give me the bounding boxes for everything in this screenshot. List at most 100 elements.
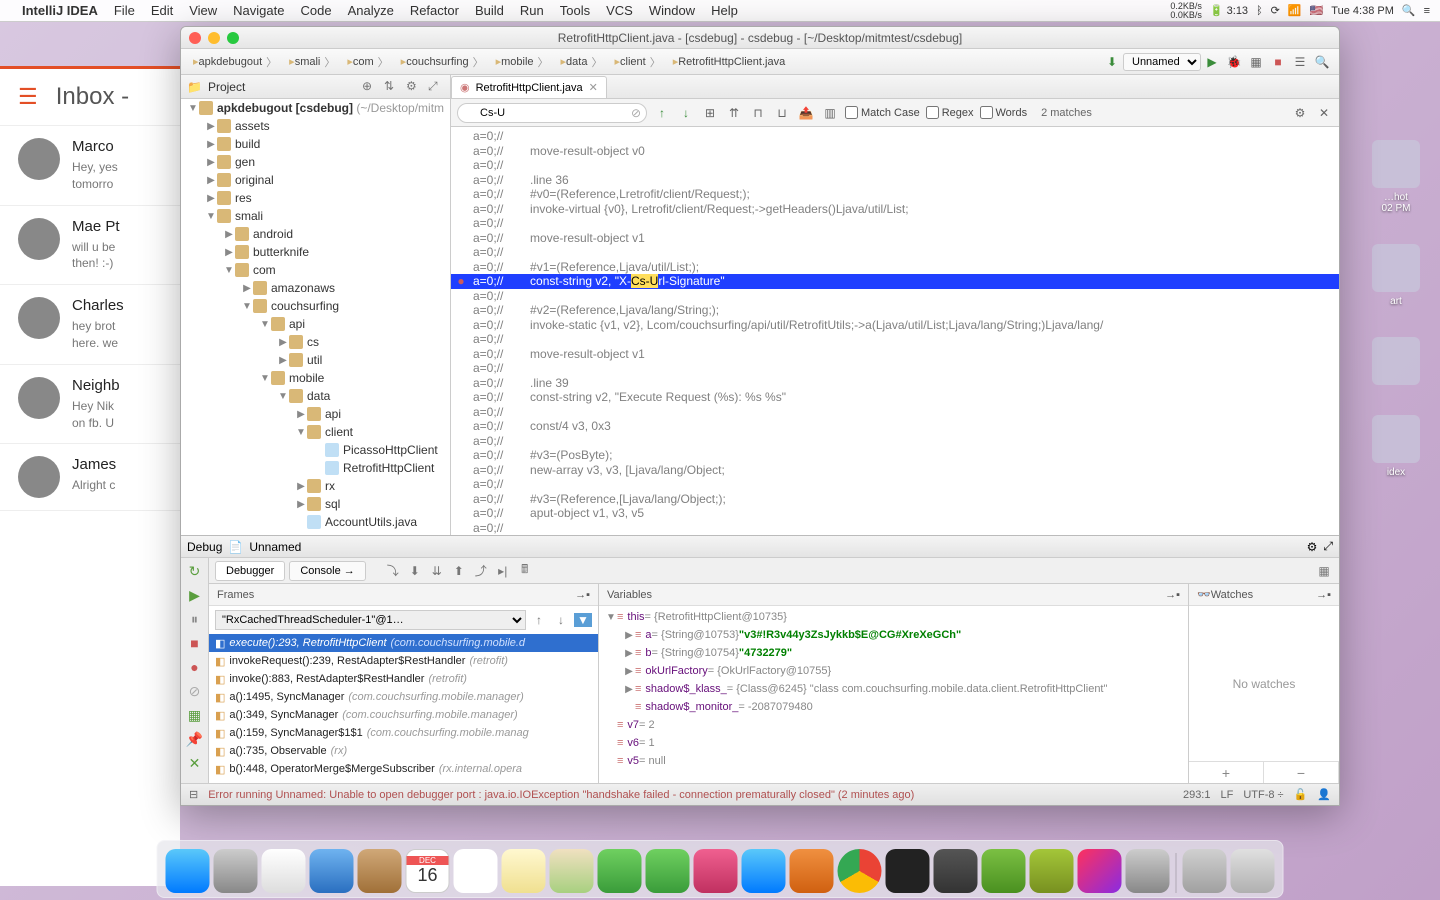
code-line[interactable]: a=0;// — [451, 405, 1339, 420]
disclosure-icon[interactable]: ▶ — [205, 139, 217, 150]
tree-node[interactable]: ▶build — [181, 135, 450, 153]
dock-itunes[interactable] — [694, 849, 738, 893]
dock-facetime[interactable] — [646, 849, 690, 893]
disclosure-icon[interactable]: ▶ — [223, 247, 235, 258]
code-line[interactable]: a=0;// .line 36 — [451, 173, 1339, 188]
code-line[interactable]: a=0;// — [451, 434, 1339, 449]
project-tree[interactable]: ▼apkdebugout [csdebug] (~/Desktop/mitm▶a… — [181, 99, 451, 535]
search-everywhere-icon[interactable]: 🔍 — [1313, 53, 1331, 71]
code-line[interactable]: a=0;// — [451, 216, 1339, 231]
menu-file[interactable]: File — [114, 3, 135, 18]
code-line[interactable]: a=0;// const/4 v3, 0x3 — [451, 419, 1339, 434]
debug-hide-icon[interactable]: ⤢ — [1323, 539, 1333, 554]
tree-node[interactable]: RetrofitHttpClient — [181, 459, 450, 477]
layout-icon[interactable]: ▦ — [186, 706, 204, 724]
code-line[interactable]: a=0;// — [451, 332, 1339, 347]
frame-row[interactable]: ◧ a():1495, SyncManager (com.couchsurfin… — [209, 688, 598, 706]
menu-code[interactable]: Code — [300, 3, 331, 18]
run-config-select[interactable]: Unnamed — [1123, 53, 1201, 71]
select-all-icon[interactable]: ⇈ — [725, 104, 743, 122]
hide-tool-icon[interactable]: ⤢ — [428, 79, 444, 95]
dock-calendar[interactable]: DEC16 — [406, 849, 450, 893]
breadcrumb-item[interactable]: ▸ RetrofitHttpClient.java — [667, 55, 792, 68]
tab-close-icon[interactable]: ✕ — [589, 81, 598, 94]
tree-node[interactable]: ▼client — [181, 423, 450, 441]
frame-row[interactable]: ◧ execute():293, RetrofitHttpClient (com… — [209, 634, 598, 652]
disclosure-icon[interactable]: ▼ — [241, 301, 253, 312]
disclosure-icon[interactable]: ▼ — [187, 103, 199, 114]
menu-help[interactable]: Help — [711, 3, 738, 18]
frame-row[interactable]: ◧ a():349, SyncManager (com.couchsurfing… — [209, 706, 598, 724]
timemachine-icon[interactable]: ⟳ — [1271, 4, 1280, 17]
encoding[interactable]: UTF-8 ÷ — [1243, 789, 1283, 801]
console-tab[interactable]: Console → — [289, 561, 365, 581]
hamburger-icon[interactable]: ☰ — [18, 84, 38, 110]
prev-match-button[interactable]: ↑ — [653, 104, 671, 122]
disclosure-icon[interactable]: ▼ — [223, 265, 235, 276]
tree-node[interactable]: ▶cs — [181, 333, 450, 351]
disclosure-icon[interactable]: ▶ — [277, 337, 289, 348]
step-out-icon[interactable]: ⬆ — [450, 564, 468, 578]
dock-appstore[interactable] — [742, 849, 786, 893]
tree-node[interactable]: ▼com — [181, 261, 450, 279]
disclosure-icon[interactable]: ▶ — [205, 157, 217, 168]
desktop-item[interactable]: …hot02 PM — [1364, 140, 1428, 214]
disclosure-icon[interactable]: ▼ — [259, 319, 271, 330]
code-line[interactable]: a=0;// move-result-object v1 — [451, 347, 1339, 362]
dock-prefs[interactable] — [1126, 849, 1170, 893]
tree-node[interactable]: ▼couchsurfing — [181, 297, 450, 315]
zoom-window-button[interactable] — [227, 32, 239, 44]
variable-row[interactable]: ▶≡shadow$_klass_ = {Class@6245} "class c… — [599, 680, 1188, 698]
disclosure-icon[interactable]: ▶ — [623, 684, 635, 695]
dock-evernote[interactable] — [982, 849, 1026, 893]
menu-navigate[interactable]: Navigate — [233, 3, 284, 18]
thread-select[interactable]: "RxCachedThreadScheduler-1"@1… — [215, 610, 526, 630]
code-line[interactable]: a=0;// #v1=(Reference,Ljava/util/List;); — [451, 260, 1339, 275]
disclosure-icon[interactable]: ▶ — [623, 648, 635, 659]
debugger-tab[interactable]: Debugger — [215, 561, 285, 581]
variable-row[interactable]: ≡shadow$_monitor_ = -2087079480 — [599, 698, 1188, 716]
variable-row[interactable]: ▶≡a = {String@10753} "v3#!R3v44y3ZsJykkb… — [599, 626, 1188, 644]
desktop-item[interactable]: art — [1364, 244, 1428, 307]
code-line[interactable]: a=0;// .line 39 — [451, 376, 1339, 391]
stop-icon[interactable]: ■ — [186, 634, 204, 652]
match-case-checkbox[interactable]: Match Case — [845, 106, 920, 119]
tree-node[interactable]: PicassoHttpClient — [181, 441, 450, 459]
coverage-button[interactable]: ▦ — [1247, 53, 1265, 71]
battery-icon[interactable]: 🔋 3:13 — [1210, 4, 1248, 17]
tree-node[interactable]: ▶sql — [181, 495, 450, 513]
dock-reminders[interactable] — [454, 849, 498, 893]
code-line[interactable]: ●a=0;// const-string v2, "X-Cs-Url-Signa… — [451, 274, 1339, 289]
inbox-item[interactable]: Charleshey brothere. we — [0, 285, 180, 365]
disclosure-icon[interactable]: ▶ — [277, 355, 289, 366]
remove-watch-button[interactable]: − — [1264, 762, 1339, 783]
frame-row[interactable]: ◧ invokeRequest():239, RestAdapter$RestH… — [209, 652, 598, 670]
frames-hide-icon[interactable]: →▪ — [575, 589, 590, 601]
scroll-icon[interactable]: ⇅ — [384, 79, 400, 95]
menu-vcs[interactable]: VCS — [606, 3, 633, 18]
code-line[interactable]: a=0;// — [451, 521, 1339, 536]
debug-gear-icon[interactable]: ⚙ — [1307, 540, 1318, 554]
code-line[interactable]: a=0;// move-result-object v0 — [451, 144, 1339, 159]
thread-next-icon[interactable]: ↓ — [552, 613, 570, 627]
menu-refactor[interactable]: Refactor — [410, 3, 459, 18]
rerun-icon[interactable]: ↻ — [186, 562, 204, 580]
step-into-icon[interactable]: ⬇ — [406, 564, 424, 578]
collapse-icon[interactable]: ⊕ — [362, 79, 378, 95]
minimize-window-button[interactable] — [208, 32, 220, 44]
dock-downloads[interactable] — [1183, 849, 1227, 893]
thread-prev-icon[interactable]: ↑ — [530, 613, 548, 627]
inbox-item[interactable]: Mae Ptwill u bethen! :-) — [0, 206, 180, 286]
inbox-item[interactable]: NeighbHey Nikon fb. U — [0, 365, 180, 445]
words-checkbox[interactable]: Words — [980, 106, 1028, 119]
disclosure-icon[interactable]: ▶ — [223, 229, 235, 240]
close-window-button[interactable] — [189, 32, 201, 44]
breadcrumb-item[interactable]: ▸ com〉 — [341, 54, 394, 70]
app-name[interactable]: IntelliJ IDEA — [22, 3, 98, 18]
code-line[interactable]: a=0;// #v3=(PosByte); — [451, 448, 1339, 463]
disclosure-icon[interactable]: ▶ — [205, 175, 217, 186]
code-line[interactable]: a=0;// — [451, 245, 1339, 260]
menu-run[interactable]: Run — [520, 3, 544, 18]
tree-node[interactable]: ▼data — [181, 387, 450, 405]
breadcrumb-item[interactable]: ▸ data〉 — [555, 54, 609, 70]
